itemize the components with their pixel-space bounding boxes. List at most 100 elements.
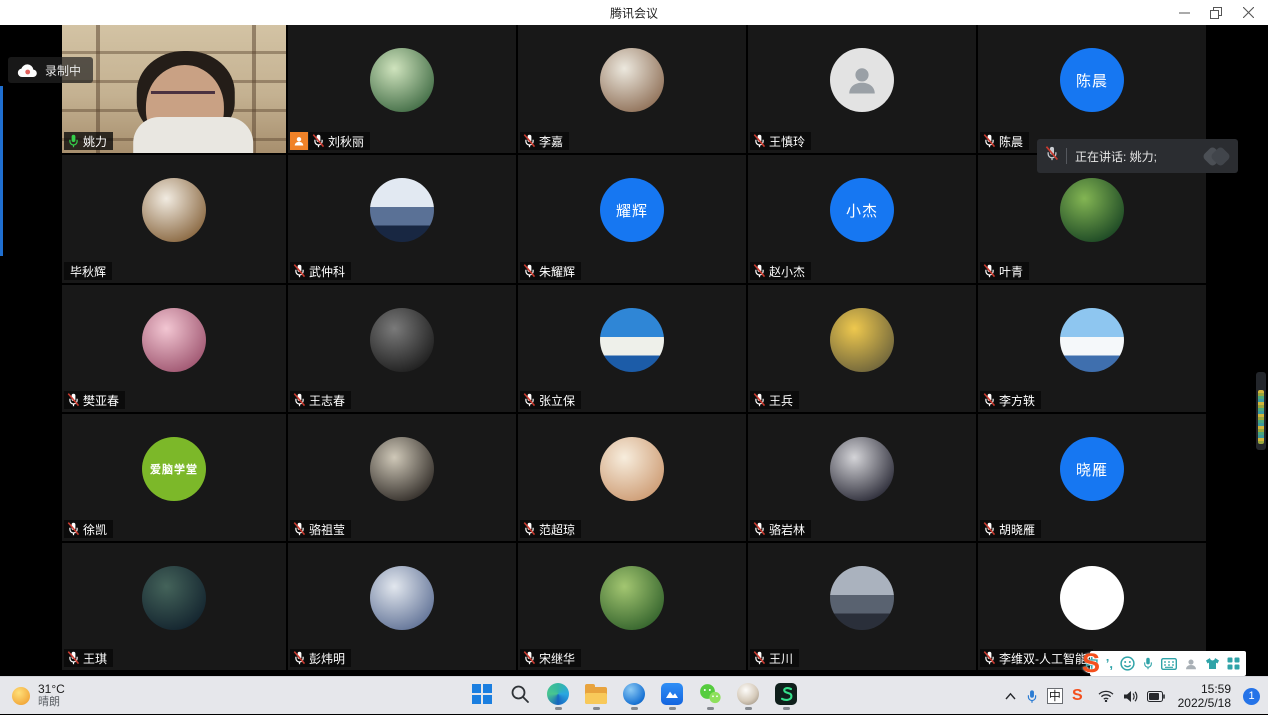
participant-name: 毕秋辉 bbox=[70, 263, 106, 280]
close-button[interactable] bbox=[1232, 0, 1264, 25]
participant-name-tag: 陈晨 bbox=[980, 132, 1029, 150]
participant-tile[interactable]: 宋继华 bbox=[518, 543, 746, 670]
name-row: 陈晨 bbox=[980, 132, 1029, 150]
muted-mic-icon bbox=[753, 264, 766, 278]
participant-name-tag: 张立保 bbox=[520, 391, 581, 409]
sogou-input-toolbar[interactable]: S 中’, bbox=[1090, 651, 1246, 676]
voice-input-icon[interactable] bbox=[1142, 651, 1154, 676]
start-taskbar-icon[interactable] bbox=[469, 682, 495, 710]
tencent-meeting-taskbar-icon[interactable] bbox=[659, 682, 685, 710]
ime-zh-icon[interactable]: 中 bbox=[1047, 688, 1063, 704]
participant-name-tag: 范超琼 bbox=[520, 520, 581, 538]
participant-tile[interactable]: 樊亚春 bbox=[62, 285, 286, 412]
wechat-taskbar-icon[interactable] bbox=[697, 682, 723, 710]
participant-name: 王川 bbox=[769, 650, 793, 667]
name-row: 朱耀辉 bbox=[520, 262, 581, 280]
sogou-app-taskbar-icon[interactable] bbox=[773, 682, 799, 710]
name-row: 范超琼 bbox=[520, 520, 581, 538]
name-row: 刘秋丽 bbox=[290, 132, 370, 150]
participant-name-tag: 彭炜明 bbox=[290, 649, 351, 667]
minimize-button[interactable] bbox=[1168, 0, 1200, 25]
browser-taskbar-icon[interactable] bbox=[621, 682, 647, 710]
pet-app-taskbar-icon[interactable] bbox=[735, 682, 761, 710]
wifi-icon[interactable] bbox=[1098, 690, 1114, 702]
file-explorer-taskbar-icon[interactable] bbox=[583, 682, 609, 710]
muted-mic-icon bbox=[67, 522, 80, 536]
participant-tile[interactable]: 王琪 bbox=[62, 543, 286, 670]
skin-icon[interactable] bbox=[1205, 651, 1220, 676]
toolbox-icon[interactable] bbox=[1227, 651, 1240, 676]
participant-tile[interactable]: 李嘉 bbox=[518, 25, 746, 153]
speaking-indicator[interactable]: 正在讲话: 姚力; bbox=[1037, 139, 1238, 173]
taskbar: 31°C 晴朗 中 S 15:59 2022/5/18 1 bbox=[0, 676, 1268, 714]
participant-tile[interactable]: 爱脑学堂徐凯 bbox=[62, 414, 286, 541]
mic-icon[interactable] bbox=[1026, 689, 1038, 704]
participant-tile[interactable]: 刘秋丽 bbox=[288, 25, 516, 153]
recording-label: 录制中 bbox=[45, 62, 81, 79]
clock[interactable]: 15:59 2022/5/18 bbox=[1178, 682, 1231, 710]
muted-mic-icon bbox=[293, 651, 306, 665]
account-icon[interactable] bbox=[1184, 651, 1198, 676]
sogou-tray-icon[interactable]: S bbox=[1072, 687, 1083, 705]
muted-mic-icon bbox=[983, 134, 996, 148]
muted-mic-icon bbox=[293, 264, 306, 278]
participant-tile[interactable]: 毕秋辉 bbox=[62, 155, 286, 283]
avatar bbox=[1060, 566, 1124, 630]
participant-tile[interactable]: 陈晨陈晨 bbox=[978, 25, 1206, 153]
scrollbar-thumb[interactable] bbox=[1258, 390, 1264, 444]
participant-tile[interactable]: 彭炜明 bbox=[288, 543, 516, 670]
participant-name: 王琪 bbox=[83, 650, 107, 667]
muted-mic-icon bbox=[753, 651, 766, 665]
close-icon bbox=[1243, 7, 1254, 18]
recording-indicator: 录制中 bbox=[8, 57, 93, 83]
name-row: 张立保 bbox=[520, 391, 581, 409]
account-icon bbox=[1184, 657, 1198, 671]
participant-name-tag: 叶青 bbox=[980, 262, 1029, 280]
floating-logo-shapes[interactable] bbox=[1205, 149, 1228, 164]
scrollbar[interactable] bbox=[1256, 372, 1266, 450]
participant-tile[interactable]: 范超琼 bbox=[518, 414, 746, 541]
participant-tile[interactable]: 王慎玲 bbox=[748, 25, 976, 153]
emoji-icon[interactable] bbox=[1120, 651, 1135, 676]
volume-icon[interactable] bbox=[1123, 690, 1138, 703]
avatar bbox=[142, 178, 206, 242]
participant-tile[interactable]: 叶青 bbox=[978, 155, 1206, 283]
sogou-logo-icon[interactable]: S bbox=[1082, 648, 1112, 676]
keyboard-icon[interactable] bbox=[1161, 651, 1177, 676]
edge-taskbar-icon[interactable] bbox=[545, 682, 571, 710]
tray-date: 2022/5/18 bbox=[1178, 696, 1231, 710]
participant-tile[interactable]: 张立保 bbox=[518, 285, 746, 412]
search-taskbar-icon[interactable] bbox=[507, 682, 533, 710]
participant-tile[interactable]: 武仲科 bbox=[288, 155, 516, 283]
muted-mic-icon bbox=[753, 134, 766, 148]
battery-icon[interactable] bbox=[1147, 691, 1165, 702]
participant-tile[interactable]: 姚力 bbox=[62, 25, 286, 153]
avatar bbox=[830, 437, 894, 501]
muted-mic-icon bbox=[523, 651, 536, 665]
chevron-up-icon[interactable] bbox=[1004, 691, 1017, 701]
participant-tile[interactable]: 耀辉朱耀辉 bbox=[518, 155, 746, 283]
participant-name: 朱耀辉 bbox=[539, 263, 575, 280]
muted-mic-icon bbox=[293, 522, 306, 536]
participant-tile[interactable]: 王兵 bbox=[748, 285, 976, 412]
notification-badge[interactable]: 1 bbox=[1243, 688, 1260, 705]
participant-tile[interactable]: 骆岩林 bbox=[748, 414, 976, 541]
host-badge-icon bbox=[290, 132, 308, 150]
voice-input-icon bbox=[1142, 657, 1154, 670]
participant-tile[interactable]: 王川 bbox=[748, 543, 976, 670]
participant-tile[interactable]: 王志春 bbox=[288, 285, 516, 412]
restore-button[interactable] bbox=[1200, 0, 1232, 25]
avatar: 晓雁 bbox=[1060, 437, 1124, 501]
avatar bbox=[142, 566, 206, 630]
participant-name: 赵小杰 bbox=[769, 263, 805, 280]
participant-name-tag: 徐凯 bbox=[64, 520, 113, 538]
participant-name: 王慎玲 bbox=[769, 133, 805, 150]
participant-tile[interactable]: 骆祖莹 bbox=[288, 414, 516, 541]
participant-tile[interactable]: 李方轶 bbox=[978, 285, 1206, 412]
participant-name-tag: 骆祖莹 bbox=[290, 520, 351, 538]
participant-tile[interactable]: 晓雁胡晓雁 bbox=[978, 414, 1206, 541]
participant-tile[interactable]: 小杰赵小杰 bbox=[748, 155, 976, 283]
weather-widget[interactable]: 31°C 晴朗 bbox=[12, 677, 65, 715]
name-row: 胡晓雁 bbox=[980, 520, 1041, 538]
participant-name-tag: 王川 bbox=[750, 649, 799, 667]
